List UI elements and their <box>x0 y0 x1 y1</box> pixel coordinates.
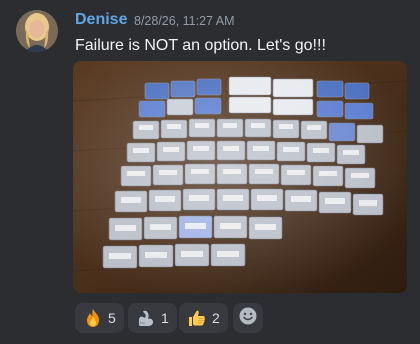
reaction-thumbs-up[interactable]: 2 <box>179 303 228 333</box>
reaction-count: 1 <box>161 310 169 326</box>
reaction-count: 5 <box>108 310 116 326</box>
smiley-add-icon <box>238 306 258 331</box>
add-reaction-button[interactable] <box>233 303 263 333</box>
reaction-fire[interactable]: 5 <box>75 303 124 333</box>
thumbs-up-icon <box>187 308 207 328</box>
avatar[interactable] <box>16 10 58 52</box>
chat-message: Denise 8/28/26, 11:27 AM Failure is NOT … <box>0 0 420 344</box>
reaction-flexed-biceps[interactable]: 1 <box>128 303 177 333</box>
image-attachment[interactable] <box>73 61 407 293</box>
avatar-image <box>16 10 58 52</box>
flexed-biceps-icon <box>136 308 156 328</box>
fire-icon <box>83 308 103 328</box>
photo-of-vial-boxes <box>73 61 407 293</box>
author-name[interactable]: Denise <box>75 11 127 29</box>
message-text: Failure is NOT an option. Let's go!!! <box>75 37 326 54</box>
reaction-count: 2 <box>212 310 220 326</box>
timestamp: 8/28/26, 11:27 AM <box>134 14 235 28</box>
